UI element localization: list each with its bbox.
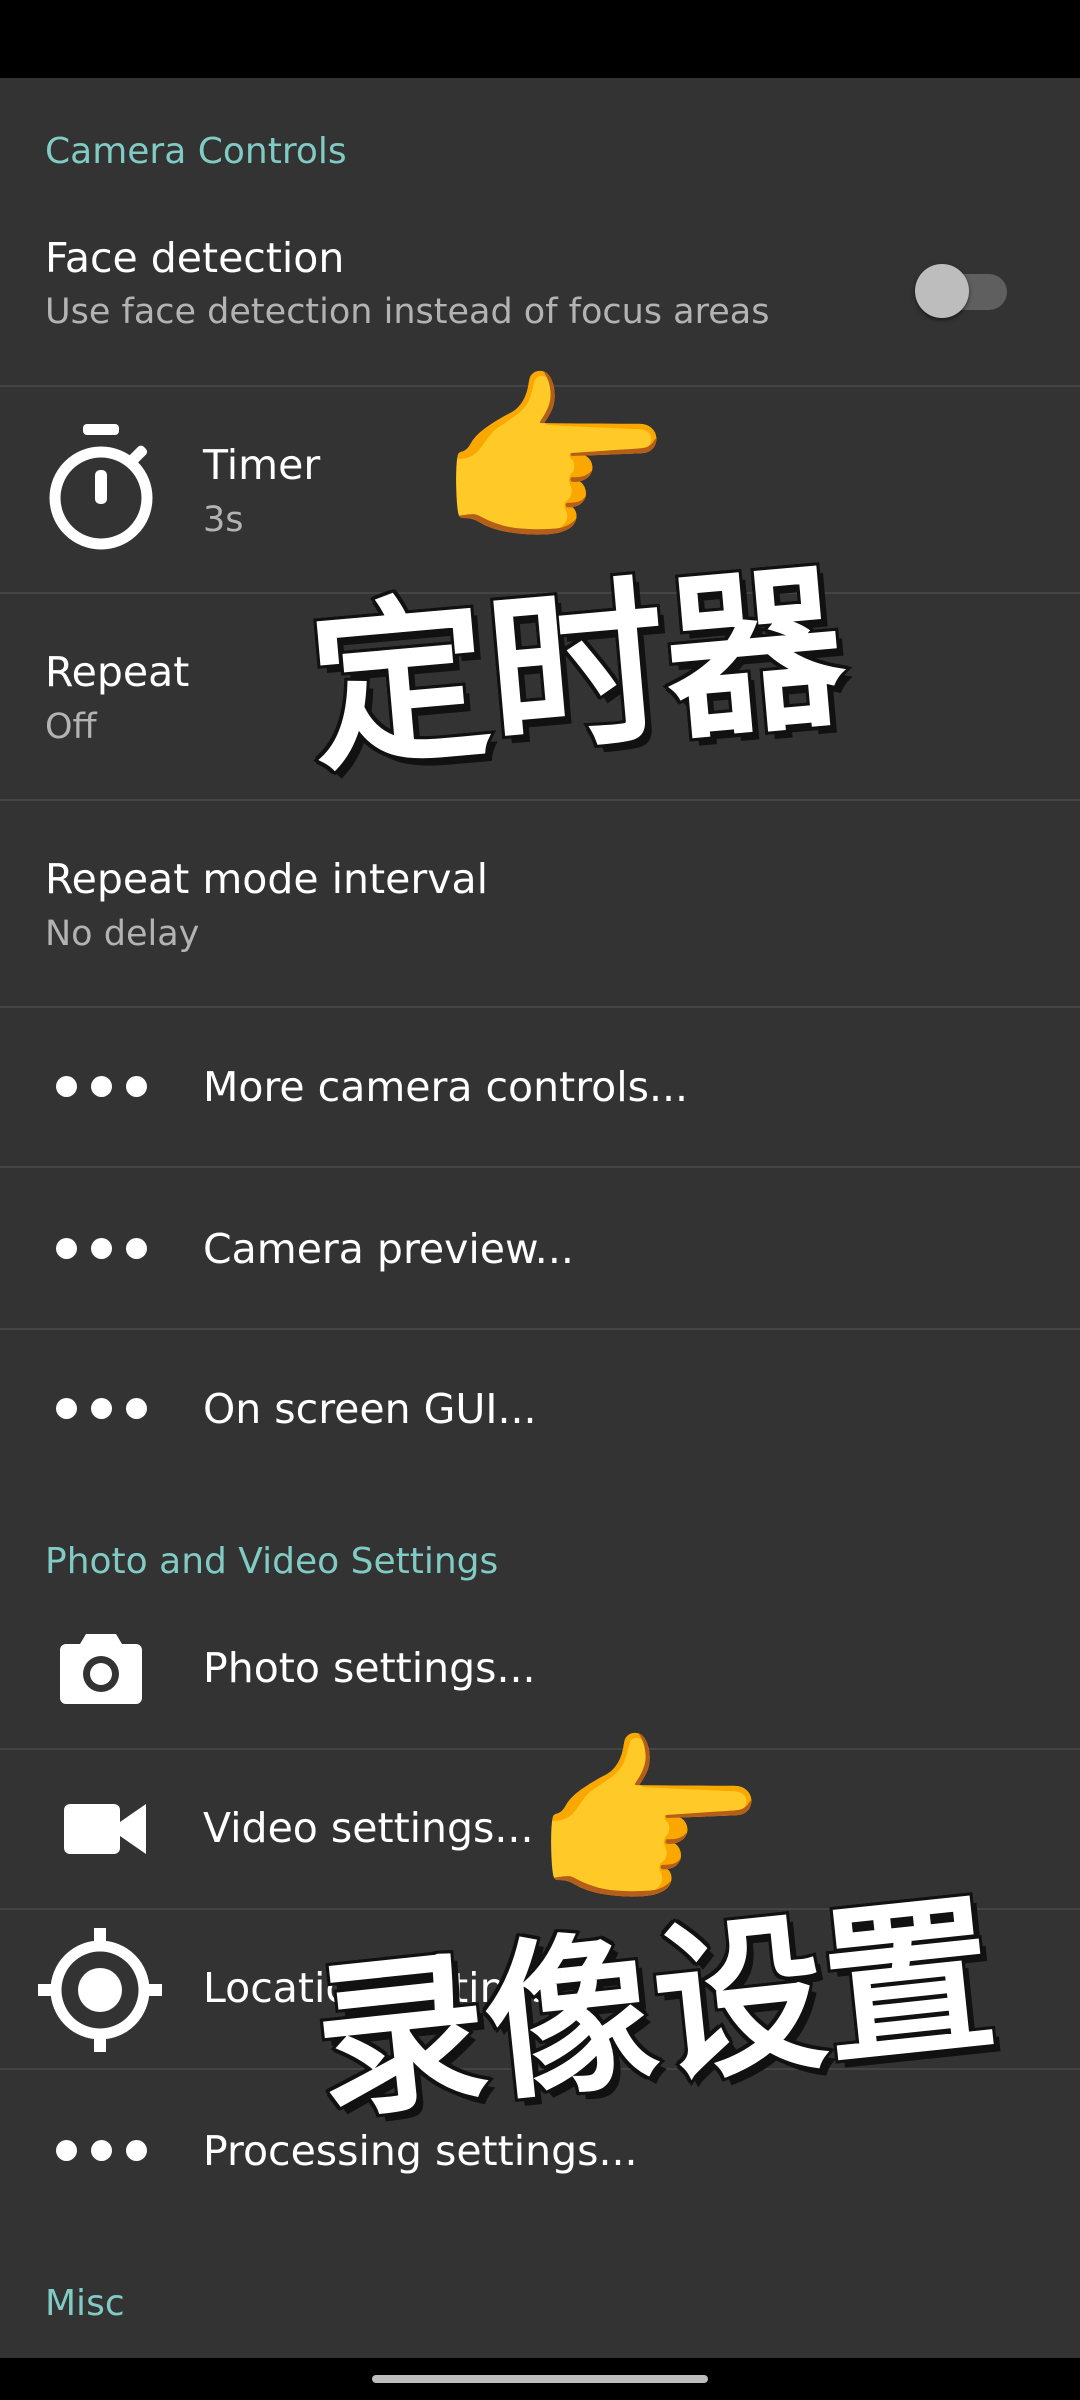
more-icon — [56, 2140, 147, 2161]
section-header-misc: Misc — [45, 2283, 125, 2324]
timer-caption: 定时器 — [299, 540, 855, 799]
switch-thumb — [915, 264, 969, 318]
camera-preview-label: Camera preview... — [203, 1225, 574, 1273]
face-detection-title: Face detection — [45, 234, 345, 282]
timer-title: Timer — [203, 441, 321, 489]
pointing-hand-emoji: 👉 — [530, 1714, 767, 1935]
more-camera-controls-label: More camera controls... — [203, 1063, 689, 1111]
video-settings-label: Video settings... — [203, 1804, 534, 1852]
repeat-interval-row[interactable]: Repeat mode interval No delay — [0, 801, 1080, 1006]
repeat-interval-title: Repeat mode interval — [45, 855, 488, 903]
section-header-camera-controls: Camera Controls — [45, 131, 347, 172]
status-bar — [0, 0, 1080, 78]
screen: Camera Controls Face detection Use face … — [0, 0, 1080, 2400]
pointing-hand-emoji: 👉 — [435, 352, 672, 573]
timer-summary: 3s — [203, 500, 244, 540]
repeat-interval-summary: No delay — [45, 914, 200, 954]
on-screen-gui-row[interactable]: On screen GUI... — [0, 1330, 1080, 1490]
on-screen-gui-label: On screen GUI... — [203, 1385, 537, 1433]
camera-preview-row[interactable]: Camera preview... — [0, 1168, 1080, 1328]
more-icon — [56, 1076, 147, 1097]
more-camera-controls-row[interactable]: More camera controls... — [0, 1008, 1080, 1166]
gps-target-icon — [38, 1928, 162, 2052]
more-icon — [56, 1238, 147, 1259]
timer-icon — [49, 424, 153, 550]
photo-settings-label: Photo settings... — [203, 1644, 536, 1692]
repeat-summary: Off — [45, 707, 97, 747]
face-detection-switch[interactable] — [915, 258, 1007, 318]
camera-icon — [60, 1634, 142, 1704]
video-camera-icon — [64, 1804, 146, 1854]
home-gesture-handle[interactable] — [372, 2375, 708, 2383]
more-icon — [56, 1398, 147, 1419]
face-detection-summary: Use face detection instead of focus area… — [45, 292, 770, 332]
repeat-title: Repeat — [45, 648, 190, 696]
section-header-photo-video: Photo and Video Settings — [45, 1541, 499, 1582]
